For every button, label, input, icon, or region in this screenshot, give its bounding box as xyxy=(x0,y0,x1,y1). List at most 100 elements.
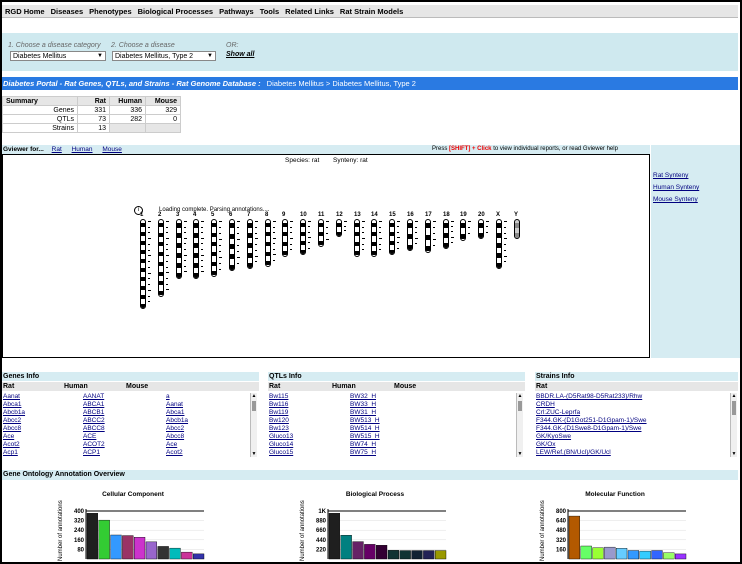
chromosome-Y[interactable] xyxy=(514,219,520,239)
annotation-marker[interactable] xyxy=(397,237,400,238)
chromosome-5[interactable] xyxy=(211,219,217,277)
chromosome-X[interactable] xyxy=(496,219,502,269)
rat-link[interactable]: Acp1 xyxy=(3,449,18,457)
annotation-marker[interactable] xyxy=(468,233,470,234)
chromosome-6[interactable] xyxy=(229,219,235,271)
human-link[interactable]: ACE xyxy=(83,433,96,441)
annotation-marker[interactable] xyxy=(166,221,169,222)
annotation-marker[interactable] xyxy=(237,251,239,252)
annotation-marker[interactable] xyxy=(468,227,470,228)
human-link[interactable]: ABCC8 xyxy=(83,425,105,433)
annotation-marker[interactable] xyxy=(273,243,275,244)
annotation-marker[interactable] xyxy=(326,239,329,240)
bar[interactable] xyxy=(627,550,640,560)
annotation-marker[interactable] xyxy=(166,278,168,279)
bar[interactable] xyxy=(568,515,581,560)
annotation-marker[interactable] xyxy=(184,266,186,267)
annotation-marker[interactable] xyxy=(255,250,257,251)
mouse-link[interactable]: Ace xyxy=(166,441,177,449)
annotation-marker[interactable] xyxy=(148,232,150,233)
annotation-marker[interactable] xyxy=(290,227,292,228)
annotation-marker[interactable] xyxy=(166,249,168,250)
annotation-marker[interactable] xyxy=(237,227,239,228)
annotation-marker[interactable] xyxy=(148,261,150,262)
annotation-marker[interactable] xyxy=(219,257,222,258)
chromosome-15[interactable] xyxy=(389,219,395,255)
human-link[interactable]: BW74_H xyxy=(350,441,376,449)
human-link[interactable]: BW513_H xyxy=(350,417,380,425)
bar[interactable] xyxy=(674,553,687,560)
gviewer-human-link[interactable]: Human xyxy=(72,146,93,153)
scroll-up-icon[interactable]: ▲ xyxy=(731,393,737,399)
annotation-marker[interactable] xyxy=(148,273,151,274)
annotation-marker[interactable] xyxy=(468,221,471,222)
scroll-thumb[interactable] xyxy=(732,401,736,415)
annotation-marker[interactable] xyxy=(255,261,257,262)
bar[interactable] xyxy=(592,547,604,560)
nav-item-phenotypes[interactable]: Phenotypes xyxy=(86,5,135,17)
annotation-marker[interactable] xyxy=(148,227,150,228)
annotation-marker[interactable] xyxy=(184,260,186,261)
annotation-marker[interactable] xyxy=(166,232,168,233)
annotation-marker[interactable] xyxy=(273,227,275,228)
annotation-marker[interactable] xyxy=(237,221,240,222)
chromosome-4[interactable] xyxy=(193,219,199,279)
annotation-marker[interactable] xyxy=(379,232,381,233)
bar[interactable] xyxy=(133,537,146,560)
annotation-marker[interactable] xyxy=(148,301,150,302)
annotation-marker[interactable] xyxy=(255,238,258,239)
annotation-marker[interactable] xyxy=(219,221,222,222)
annotation-marker[interactable] xyxy=(166,238,169,239)
annotation-marker[interactable] xyxy=(201,271,204,272)
annotation-marker[interactable] xyxy=(308,226,310,227)
nav-item-related-links[interactable]: Related Links xyxy=(282,5,337,17)
annotation-marker[interactable] xyxy=(362,238,365,239)
scroll-up-icon[interactable]: ▲ xyxy=(251,393,257,399)
annotation-marker[interactable] xyxy=(504,221,507,222)
annotation-marker[interactable] xyxy=(451,231,453,232)
chromosome-19[interactable] xyxy=(460,219,466,241)
human-link[interactable]: ABCB1 xyxy=(83,409,104,417)
rat-link[interactable]: Bw120 xyxy=(269,417,289,425)
bar[interactable] xyxy=(604,546,616,560)
bar[interactable] xyxy=(615,548,628,560)
human-link[interactable]: ACP1 xyxy=(83,449,100,457)
annotation-marker[interactable] xyxy=(201,243,203,244)
human-link[interactable]: ABCC2 xyxy=(83,417,105,425)
annotation-marker[interactable] xyxy=(451,242,453,243)
rat-synteny-link[interactable]: Rat Synteny xyxy=(653,172,740,179)
annotation-marker[interactable] xyxy=(148,296,150,297)
annotation-marker[interactable] xyxy=(433,239,436,240)
annotation-marker[interactable] xyxy=(362,227,364,228)
annotation-marker[interactable] xyxy=(273,254,276,255)
annotation-marker[interactable] xyxy=(166,272,169,273)
strain-link[interactable]: BBDR.LA-(D5Rat98-D5Rat233)/Rhw xyxy=(536,393,642,401)
mouse-link[interactable]: a xyxy=(166,393,170,401)
annotation-marker[interactable] xyxy=(362,221,365,222)
annotation-marker[interactable] xyxy=(362,232,364,233)
annotation-marker[interactable] xyxy=(201,227,203,228)
nav-item-rat-strain-models[interactable]: Rat Strain Models xyxy=(337,5,406,17)
chromosome-10[interactable] xyxy=(300,219,306,255)
annotation-marker[interactable] xyxy=(184,255,187,256)
annotation-marker[interactable] xyxy=(219,269,221,270)
bar[interactable] xyxy=(423,550,435,560)
scroll-down-icon[interactable]: ▼ xyxy=(517,451,523,457)
annotation-marker[interactable] xyxy=(148,221,151,222)
bar[interactable] xyxy=(340,535,352,560)
annotation-marker[interactable] xyxy=(273,232,275,233)
human-link[interactable]: BW514_H xyxy=(350,425,380,433)
annotation-marker[interactable] xyxy=(504,256,507,257)
annotation-marker[interactable] xyxy=(308,221,311,222)
bar[interactable] xyxy=(434,550,447,560)
annotation-marker[interactable] xyxy=(201,238,204,239)
annotation-marker[interactable] xyxy=(237,239,240,240)
annotation-marker[interactable] xyxy=(290,249,292,250)
annotation-marker[interactable] xyxy=(415,221,418,222)
annotation-marker[interactable] xyxy=(433,233,435,234)
annotation-marker[interactable] xyxy=(486,232,488,233)
chromosome-1[interactable] xyxy=(140,219,146,309)
annotation-marker[interactable] xyxy=(451,221,454,222)
chromosome-13[interactable] xyxy=(354,219,360,257)
annotation-marker[interactable] xyxy=(219,227,221,228)
